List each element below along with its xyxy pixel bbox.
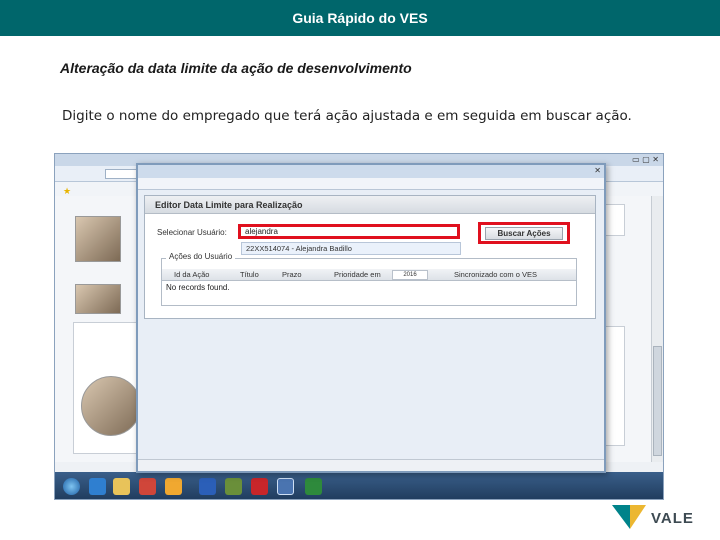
- actions-table-header: Id da Ação Título Prazo Prioridade em 20…: [162, 269, 576, 281]
- app-icon[interactable]: [225, 478, 242, 495]
- browser-scrollbar[interactable]: [651, 196, 663, 462]
- close-icon[interactable]: ✕: [594, 166, 601, 175]
- user-search-input[interactable]: alejandra: [238, 224, 460, 239]
- popup-statusbar: [138, 459, 604, 471]
- search-button-highlight: Buscar Ações: [478, 222, 570, 244]
- logo-green-shape: [612, 505, 630, 529]
- word-icon[interactable]: [199, 478, 216, 495]
- search-actions-button[interactable]: Buscar Ações: [485, 227, 563, 240]
- group-legend: Ações do Usuário: [166, 252, 236, 261]
- user-actions-group: Ações do Usuário Id da Ação Título Prazo…: [161, 252, 577, 306]
- header-bar: Guia Rápido do VES: [0, 0, 720, 36]
- column-header[interactable]: Prioridade em: [334, 270, 381, 279]
- editor-panel: Editor Data Limite para Realização Selec…: [144, 195, 596, 319]
- app-icon[interactable]: [139, 478, 156, 495]
- ie-window-icon[interactable]: [277, 478, 294, 495]
- column-header[interactable]: Prazo: [282, 270, 302, 279]
- acrobat-icon[interactable]: [251, 478, 268, 495]
- background-photo-icon: [75, 216, 121, 262]
- excel-icon[interactable]: [305, 478, 322, 495]
- user-input-value: alejandra: [245, 227, 278, 236]
- column-header[interactable]: Título: [240, 270, 259, 279]
- folder-icon[interactable]: [113, 478, 130, 495]
- header-title: Guia Rápido do VES: [292, 10, 428, 26]
- popup-address-bar: [138, 178, 604, 190]
- suggestion-text: 22XX514074 - Alejandra Badillo: [246, 244, 352, 253]
- background-photo-icon: [75, 284, 121, 314]
- section-description: Digite o nome do empregado que terá ação…: [62, 108, 632, 124]
- background-photo-icon: [81, 376, 141, 436]
- section-subtitle: Alteração da data limite da ação de dese…: [60, 60, 412, 76]
- popup-window: ✕ Editor Data Limite para Realização Sel…: [136, 163, 606, 473]
- start-button-icon[interactable]: [63, 478, 80, 495]
- date-filter-field[interactable]: 2016: [392, 270, 428, 280]
- logo-yellow-shape: [630, 505, 646, 529]
- column-header[interactable]: Sincronizado com o VES: [454, 270, 537, 279]
- editor-title: Editor Data Limite para Realização: [155, 200, 303, 210]
- ie-icon[interactable]: [89, 478, 106, 495]
- editor-header: Editor Data Limite para Realização: [145, 196, 595, 214]
- vale-logo-text: VALE: [651, 510, 694, 527]
- windows-taskbar: [55, 472, 663, 499]
- user-label: Selecionar Usuário:: [157, 228, 227, 237]
- window-controls-icon[interactable]: ▭ ▢ ✕: [632, 155, 659, 164]
- popup-titlebar: [138, 165, 604, 178]
- empty-message: No records found.: [166, 283, 230, 292]
- user-suggestion[interactable]: 22XX514074 - Alejandra Badillo: [241, 242, 461, 255]
- column-header[interactable]: Id da Ação: [174, 270, 209, 279]
- scrollbar-thumb[interactable]: [653, 346, 662, 456]
- app-icon[interactable]: [165, 478, 182, 495]
